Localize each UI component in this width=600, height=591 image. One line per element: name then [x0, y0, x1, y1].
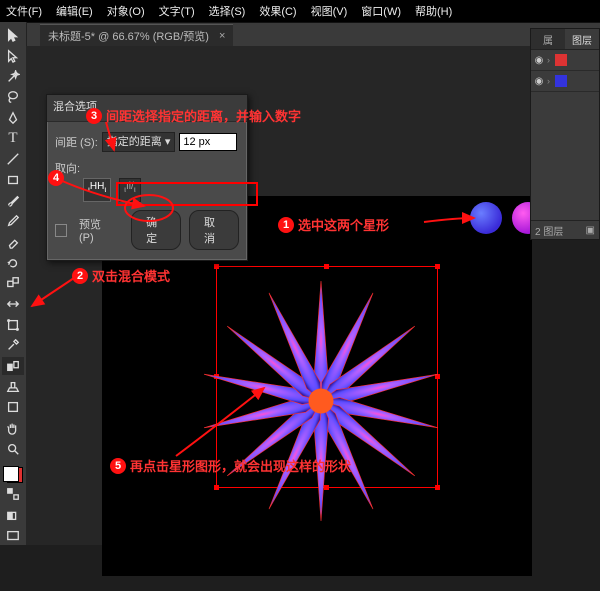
line-tool[interactable]	[2, 150, 24, 169]
visibility-icon[interactable]: ◉	[531, 55, 547, 66]
rectangle-tool[interactable]	[2, 171, 24, 190]
width-tool[interactable]	[2, 295, 24, 314]
direct-selection-tool[interactable]	[2, 47, 24, 66]
lasso-tool[interactable]	[2, 88, 24, 107]
annotation-1: 1选中这两个星形	[278, 215, 389, 234]
preview-label: 预览 (P)	[79, 216, 115, 244]
annotation-3: 3间距选择指定的距离，并输入数字	[86, 106, 301, 125]
type-tool[interactable]: T	[2, 129, 24, 148]
free-transform-tool[interactable]	[2, 315, 24, 334]
menu-bar: 文件(F) 编辑(E) 对象(O) 文字(T) 选择(S) 效果(C) 视图(V…	[0, 0, 600, 22]
canvas-area: 1选中这两个星形 2双击混合模式 3间距选择指定的距离，并输入数字 4 5再点击…	[26, 46, 530, 545]
selection-tool[interactable]	[2, 26, 24, 45]
magic-wand-tool[interactable]	[2, 67, 24, 86]
star-shape[interactable]	[196, 276, 446, 526]
preview-checkbox[interactable]	[55, 224, 67, 237]
hand-tool[interactable]	[2, 419, 24, 438]
menu-help[interactable]: 帮助(H)	[415, 3, 452, 19]
scale-tool[interactable]	[2, 274, 24, 293]
eyedropper-tool[interactable]	[2, 336, 24, 355]
menu-view[interactable]: 视图(V)	[311, 3, 348, 19]
spacing-label: 间距 (S):	[55, 134, 98, 150]
layers-panel: 属 图层 ◉› ◉› 2 图层 ▣	[530, 28, 600, 240]
cancel-button[interactable]: 取消	[189, 210, 239, 250]
menu-window[interactable]: 窗口(W)	[361, 3, 401, 19]
document-tab[interactable]: 未标题-5* @ 66.67% (RGB/预览) ×	[40, 24, 233, 47]
toolbar: T	[0, 22, 27, 545]
pen-tool[interactable]	[2, 109, 24, 128]
annotation-5: 5再点击星形图形，就会出现这样的形状	[110, 456, 351, 475]
panel-tab-layers[interactable]: 图层	[565, 29, 599, 49]
menu-file[interactable]: 文件(F)	[6, 3, 42, 19]
panel-tab-properties[interactable]: 属	[531, 29, 565, 49]
layer-row[interactable]: ◉›	[531, 71, 599, 92]
document-title: 未标题-5* @ 66.67% (RGB/预览)	[48, 28, 209, 44]
pencil-tool[interactable]	[2, 212, 24, 231]
symbol-sprayer-tool[interactable]	[2, 377, 24, 396]
menu-edit[interactable]: 编辑(E)	[56, 3, 93, 19]
menu-type[interactable]: 文字(T)	[159, 3, 195, 19]
close-tab-icon[interactable]: ×	[219, 30, 225, 42]
zoom-tool[interactable]	[2, 439, 24, 458]
menu-effect[interactable]: 效果(C)	[259, 3, 296, 19]
blend-tool[interactable]	[2, 357, 24, 376]
menu-object[interactable]: 对象(O)	[107, 3, 145, 19]
paintbrush-tool[interactable]	[2, 191, 24, 210]
annotation-2: 2双击混合模式	[72, 266, 170, 285]
spacing-mode-select[interactable]: 指定的距离 ▾	[102, 132, 176, 152]
orient-align-path[interactable]: ιıl/ι	[119, 178, 141, 202]
layer-row[interactable]: ◉›	[531, 50, 599, 71]
artboard-tool[interactable]	[2, 398, 24, 417]
gradient-swatch-blue[interactable]	[470, 202, 502, 234]
document-tabs: 未标题-5* @ 66.67% (RGB/预览) ×	[0, 22, 600, 47]
visibility-icon[interactable]: ◉	[531, 76, 547, 87]
color-mode-icon[interactable]	[2, 485, 24, 504]
screen-mode-icon[interactable]	[2, 526, 24, 545]
eraser-tool[interactable]	[2, 233, 24, 252]
new-layer-icon[interactable]: ▣	[586, 225, 595, 236]
menu-select[interactable]: 选择(S)	[209, 3, 246, 19]
spacing-value-input[interactable]	[179, 133, 237, 151]
layers-footer: 2 图层 ▣	[531, 220, 599, 239]
annotation-4: 4	[48, 170, 68, 186]
ok-button[interactable]: 确定	[131, 210, 181, 250]
rotate-tool[interactable]	[2, 253, 24, 272]
draw-mode-icon[interactable]	[2, 506, 24, 525]
color-swatch[interactable]	[3, 466, 23, 483]
orient-align-page[interactable]: ιHHι	[83, 178, 111, 202]
